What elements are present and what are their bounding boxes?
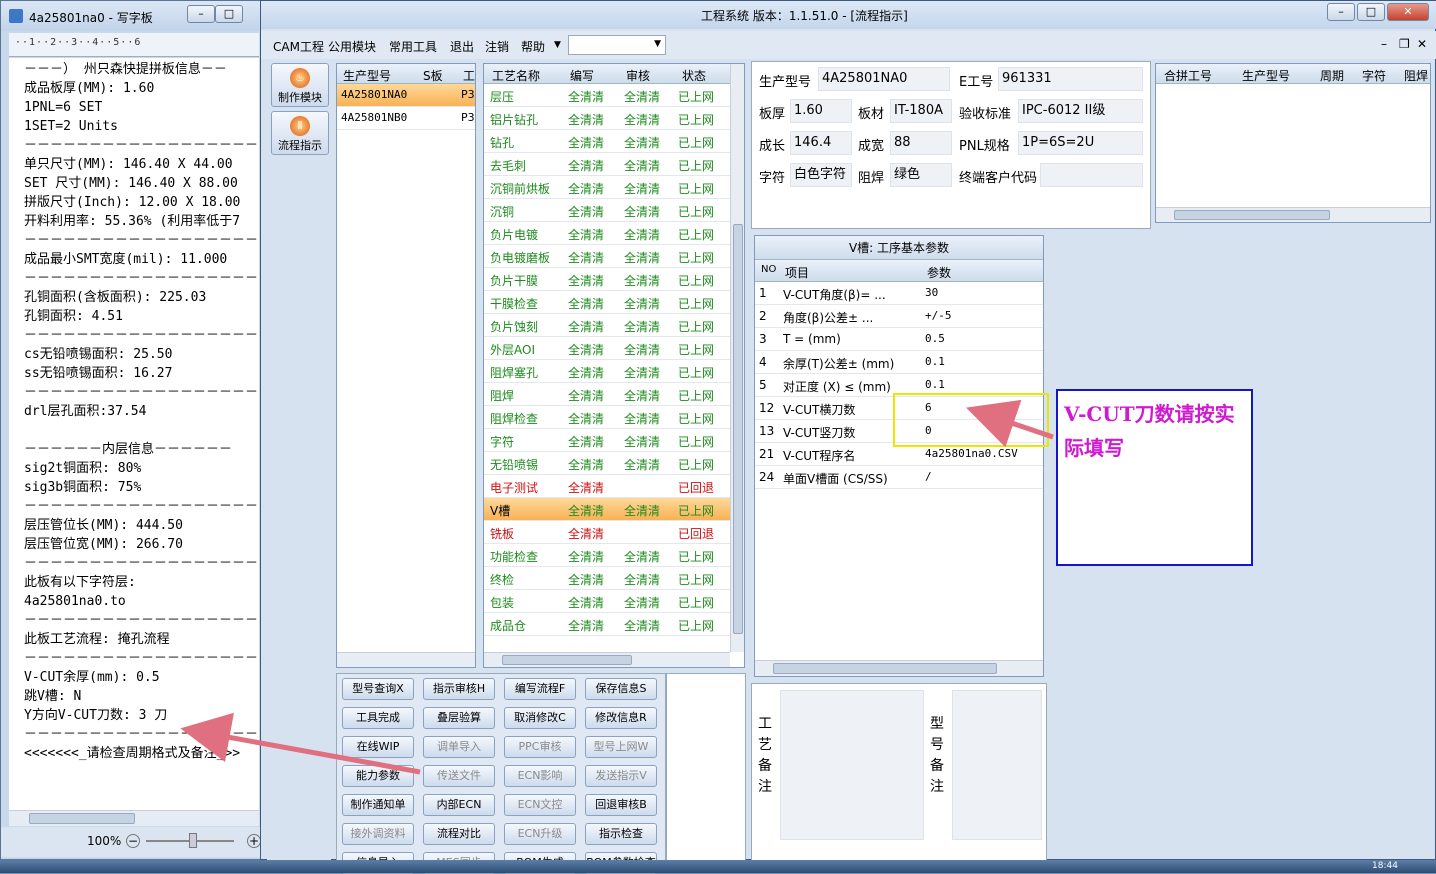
annotation-arrows	[180, 399, 1054, 775]
taskbar: 18:44	[0, 860, 1436, 873]
arrow-to-wordpad	[180, 712, 421, 775]
arrow-to-vcut	[966, 399, 1054, 448]
taskbar-clock: 18:44	[1372, 861, 1398, 871]
